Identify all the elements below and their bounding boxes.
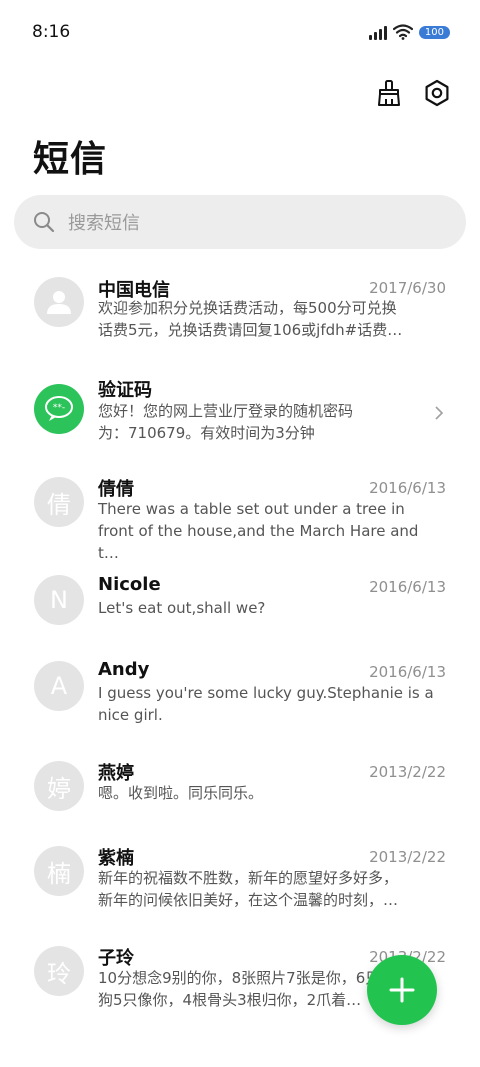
chevron-right-icon	[435, 406, 444, 420]
preview-line: I guess you're some lucky guy.Stephanie …	[98, 684, 434, 702]
conversation-row[interactable]: 中国电信 2017/6/30 欢迎参加积分兑换话费活动，每500分可兑换 话费5…	[0, 265, 480, 355]
conversation-row[interactable]: N Nicole 2016/6/13 Let's eat out,shall w…	[0, 571, 480, 641]
message-preview: 您好！您的网上营业厅登录的随机密码 为：710679。有效时间为3分钟	[98, 400, 434, 444]
message-date: 2017/6/30	[369, 279, 446, 297]
settings-button[interactable]	[422, 78, 452, 108]
preview-line: 新年的祝福数不胜数，新年的愿望好多好多，	[98, 869, 399, 887]
contact-name: Andy	[98, 659, 150, 680]
message-date: 2016/6/13	[369, 479, 446, 497]
contact-avatar: N	[34, 575, 84, 625]
contact-avatar: 玲	[34, 946, 84, 996]
preview-line: nice girl.	[98, 706, 163, 724]
page-title: 短信	[33, 139, 108, 180]
contact-avatar: 倩	[34, 477, 84, 527]
contact-avatar: 楠	[34, 846, 84, 896]
conversation-row[interactable]: 倩 倩倩 2016/6/13 There was a table set out…	[0, 471, 480, 564]
message-date: 2013/2/22	[369, 848, 446, 866]
contact-avatar: **-	[34, 384, 84, 434]
battery-indicator: 100	[418, 25, 450, 39]
message-date: 2013/2/22	[369, 763, 446, 781]
preview-line: Let's eat out,shall we?	[98, 599, 266, 617]
contact-avatar	[34, 277, 84, 327]
status-icons: 100	[368, 24, 450, 40]
status-bar: 8:16 100	[0, 0, 480, 64]
conversation-row[interactable]: **- 验证码 您好！您的网上营业厅登录的随机密码 为：710679。有效时间为…	[0, 370, 480, 460]
preview-line: front of the house,and the March Hare an…	[98, 522, 419, 562]
message-preview: Let's eat out,shall we?	[98, 597, 434, 619]
new-message-button[interactable]	[367, 955, 437, 1025]
message-preview: 新年的祝福数不胜数，新年的愿望好多好多， 新年的问候依旧美好，在这个温馨的时刻，…	[98, 867, 434, 911]
clean-button[interactable]	[374, 78, 404, 108]
settings-icon	[425, 79, 449, 107]
wifi-icon	[392, 24, 413, 40]
preview-line: 嗯。收到啦。同乐同乐。	[98, 784, 264, 802]
message-preview: 欢迎参加积分兑换话费活动，每500分可兑换 话费5元，兑换话费请回复106或jf…	[98, 297, 434, 341]
preview-line: 话费5元，兑换话费请回复106或jfdh#话费…	[98, 321, 403, 339]
preview-line: 欢迎参加积分兑换话费活动，每500分可兑换	[98, 299, 397, 317]
search-input[interactable]: 搜索短信	[14, 195, 466, 249]
svg-text:**-: **-	[53, 403, 65, 413]
preview-line: There was a table set out under a tree i…	[98, 500, 405, 518]
message-preview: 嗯。收到啦。同乐同乐。	[98, 782, 434, 804]
person-icon	[47, 291, 71, 314]
search-placeholder: 搜索短信	[68, 213, 140, 234]
preview-line: 为：710679。有效时间为3分钟	[98, 424, 315, 442]
search-icon	[34, 212, 55, 233]
status-time: 8:16	[32, 22, 71, 42]
message-preview: There was a table set out under a tree i…	[98, 498, 434, 564]
contact-avatar: A	[34, 661, 84, 711]
plus-icon	[389, 977, 415, 1003]
conversation-row[interactable]: 婷 燕婷 2013/2/22 嗯。收到啦。同乐同乐。	[0, 756, 480, 826]
preview-line: 新年的问候依旧美好，在这个温馨的时刻，…	[98, 891, 399, 909]
message-date: 2016/6/13	[369, 663, 446, 681]
broom-icon	[378, 80, 400, 106]
preview-line: 您好！您的网上营业厅登录的随机密码	[98, 402, 354, 420]
contact-name: Nicole	[98, 574, 161, 595]
conversation-row[interactable]: 楠 紫楠 2013/2/22 新年的祝福数不胜数，新年的愿望好多好多， 新年的问…	[0, 841, 480, 926]
contact-avatar: 婷	[34, 761, 84, 811]
message-preview: I guess you're some lucky guy.Stephanie …	[98, 682, 434, 726]
toolbar	[374, 78, 452, 108]
signal-icon	[368, 24, 387, 40]
message-bubble-icon: **-	[45, 396, 73, 421]
contact-name: 验证码	[98, 380, 152, 401]
conversation-row[interactable]: A Andy 2016/6/13 I guess you're some luc…	[0, 656, 480, 736]
message-date: 2016/6/13	[369, 578, 446, 596]
